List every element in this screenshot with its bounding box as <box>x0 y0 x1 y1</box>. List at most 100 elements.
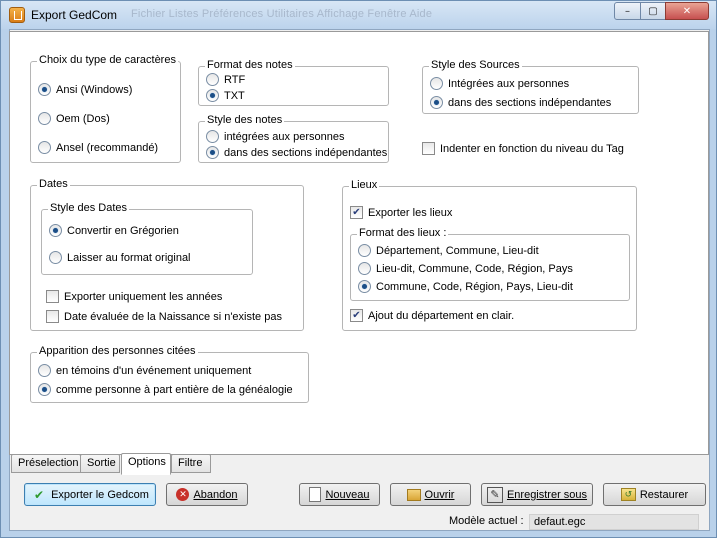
years-only-label: Exporter uniquement les années <box>64 290 223 303</box>
radio-icon[interactable] <box>206 146 219 159</box>
notes-style-option-sections[interactable]: dans des sections indépendantes <box>206 146 387 159</box>
sources-style-legend: Style des Sources <box>429 59 522 71</box>
option-label: Intégrées aux personnes <box>448 77 570 90</box>
notes-style-legend: Style des notes <box>205 114 285 126</box>
tab-preselection[interactable]: Préselection <box>11 454 81 473</box>
current-model-label: Modèle actuel : <box>449 515 524 527</box>
notes-style-group: Style des notes intégrées aux personnes … <box>198 114 389 163</box>
checkbox-icon[interactable] <box>46 290 59 303</box>
cited-option-full-person[interactable]: comme personne à part entière de la géné… <box>38 383 293 396</box>
export-places-checkbox-row[interactable]: ✔ Exporter les lieux <box>350 206 452 219</box>
tab-sortie[interactable]: Sortie <box>80 454 120 473</box>
minimize-button[interactable]: – <box>614 2 641 20</box>
abandon-button[interactable]: ✕ Abandon <box>166 483 248 506</box>
years-only-checkbox-row[interactable]: Exporter uniquement les années <box>46 290 222 303</box>
add-department-checkbox-row[interactable]: ✔ Ajout du département en clair. <box>350 309 514 322</box>
add-department-label: Ajout du département en clair. <box>368 309 515 322</box>
new-button[interactable]: Nouveau <box>299 483 380 506</box>
dates-style-legend: Style des Dates <box>48 202 130 214</box>
places-format-option-3[interactable]: Commune, Code, Région, Pays, Lieu-dit <box>358 280 573 293</box>
radio-icon[interactable] <box>38 364 51 377</box>
title-bar[interactable]: Export GedCom Fichier Listes Préférences… <box>1 1 716 29</box>
sources-style-group: Style des Sources Intégrées aux personne… <box>422 59 639 114</box>
checkbox-icon[interactable] <box>46 310 59 323</box>
option-label: Convertir en Grégorien <box>67 224 179 237</box>
option-label: Département, Commune, Lieu-dit <box>376 244 539 257</box>
notes-style-option-integrated[interactable]: intégrées aux personnes <box>206 130 344 143</box>
new-file-icon <box>309 487 322 502</box>
dates-style-option-original[interactable]: Laisser au format original <box>49 251 191 264</box>
checkbox-icon[interactable]: ✔ <box>350 206 363 219</box>
checkbox-icon[interactable]: ✔ <box>350 309 363 322</box>
places-group: Lieux ✔ Exporter les lieux Format des li… <box>342 179 637 331</box>
notes-format-option-txt[interactable]: TXT <box>206 89 245 102</box>
radio-icon[interactable] <box>358 280 371 293</box>
charset-option-oem[interactable]: Oem (Dos) <box>38 112 110 125</box>
cited-persons-legend: Apparition des personnes citées <box>37 345 198 357</box>
radio-icon[interactable] <box>206 89 219 102</box>
radio-icon[interactable] <box>38 141 51 154</box>
export-gedcom-button[interactable]: ✔ Exporter le Gedcom <box>24 483 156 506</box>
cancel-icon: ✕ <box>176 488 190 501</box>
cited-option-witness[interactable]: en témoins d'un événement uniquement <box>38 364 251 377</box>
radio-icon[interactable] <box>358 244 371 257</box>
close-button[interactable]: ✕ <box>665 2 709 20</box>
radio-icon[interactable] <box>49 251 62 264</box>
indent-tag-label: Indenter en fonction du niveau du Tag <box>440 142 624 155</box>
checkbox-icon[interactable] <box>422 142 435 155</box>
cited-persons-group: Apparition des personnes citées en témoi… <box>30 345 309 403</box>
radio-icon[interactable] <box>38 83 51 96</box>
sources-style-option-integrated[interactable]: Intégrées aux personnes <box>430 77 569 90</box>
birth-eval-checkbox-row[interactable]: Date évaluée de la Naissance si n'existe… <box>46 310 282 323</box>
radio-icon[interactable] <box>358 262 371 275</box>
radio-icon[interactable] <box>430 77 443 90</box>
save-as-button[interactable]: ✎ Enregistrer sous <box>481 483 593 506</box>
indent-tag-checkbox-row[interactable]: Indenter en fonction du niveau du Tag <box>422 142 624 155</box>
radio-icon[interactable] <box>38 112 51 125</box>
open-button[interactable]: Ouvrir <box>390 483 471 506</box>
restore-icon: ↺ <box>620 488 636 501</box>
birth-eval-label: Date évaluée de la Naissance si n'existe… <box>64 310 282 323</box>
places-format-legend: Format des lieux : <box>357 227 449 239</box>
window-title: Export GedCom <box>31 8 118 22</box>
restore-button[interactable]: ↺ Restaurer <box>603 483 706 506</box>
option-label: Ansi (Windows) <box>56 83 133 96</box>
options-panel: Choix du type de caractères Ansi (Window… <box>9 31 709 455</box>
places-format-option-2[interactable]: Lieu-dit, Commune, Code, Région, Pays <box>358 262 573 275</box>
radio-icon[interactable] <box>206 130 219 143</box>
option-label: Oem (Dos) <box>56 112 110 125</box>
radio-icon[interactable] <box>49 224 62 237</box>
option-label: comme personne à part entière de la géné… <box>56 383 293 396</box>
sources-style-option-sections[interactable]: dans des sections indépendantes <box>430 96 611 109</box>
option-label: TXT <box>224 89 245 102</box>
radio-icon[interactable] <box>430 96 443 109</box>
notes-format-option-rtf[interactable]: RTF <box>206 73 245 86</box>
option-label: dans des sections indépendantes <box>448 96 612 109</box>
option-label: intégrées aux personnes <box>224 130 345 143</box>
app-icon <box>9 7 25 23</box>
charset-legend: Choix du type de caractères <box>37 54 178 66</box>
restore-label: Restaurer <box>639 488 689 501</box>
places-legend: Lieux <box>349 179 380 191</box>
background-menu-ghost: Fichier Listes Préférences Utilitaires A… <box>131 8 433 20</box>
option-label: Ansel (recommandé) <box>56 141 159 154</box>
radio-icon[interactable] <box>38 383 51 396</box>
current-model-value: defaut.egc <box>529 514 699 530</box>
maximize-button[interactable]: ▢ <box>640 2 666 20</box>
charset-group: Choix du type de caractères Ansi (Window… <box>30 54 181 163</box>
tab-options[interactable]: Options <box>121 453 171 475</box>
export-gedcom-window: Export GedCom Fichier Listes Préférences… <box>0 0 717 538</box>
export-gedcom-label: Exporter le Gedcom <box>51 488 149 501</box>
notes-format-legend: Format des notes <box>205 59 295 71</box>
tab-filtre[interactable]: Filtre <box>171 454 211 473</box>
notes-format-group: Format des notes RTF TXT <box>198 59 389 106</box>
dates-style-option-gregorian[interactable]: Convertir en Grégorien <box>49 224 179 237</box>
export-places-label: Exporter les lieux <box>368 206 453 219</box>
charset-option-ansi[interactable]: Ansi (Windows) <box>38 83 132 96</box>
charset-option-ansel[interactable]: Ansel (recommandé) <box>38 141 158 154</box>
places-format-option-1[interactable]: Département, Commune, Lieu-dit <box>358 244 539 257</box>
dates-style-group: Style des Dates Convertir en Grégorien L… <box>41 202 253 275</box>
radio-icon[interactable] <box>206 73 219 86</box>
save-as-label: Enregistrer sous <box>506 488 588 501</box>
option-label: Commune, Code, Région, Pays, Lieu-dit <box>376 280 573 293</box>
